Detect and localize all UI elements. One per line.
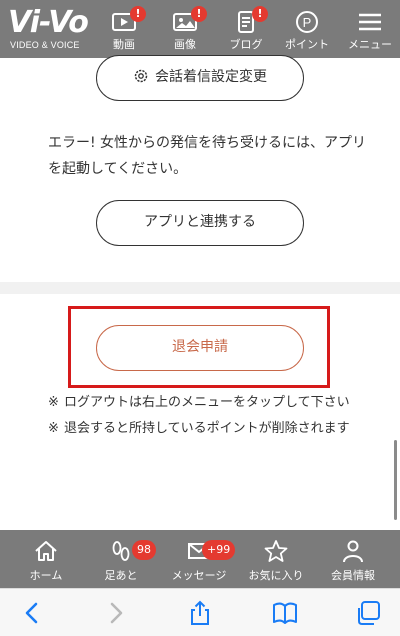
- section-divider: [0, 282, 400, 294]
- nav-video[interactable]: ! 動画: [96, 0, 152, 58]
- note-mark: ※: [48, 421, 59, 436]
- scrollbar-thumb[interactable]: [394, 440, 397, 520]
- note-points-text: 退会すると所持しているポイントが削除されます: [64, 421, 350, 436]
- tab-message[interactable]: +99 メッセージ: [166, 530, 236, 588]
- forward-icon[interactable]: [102, 599, 130, 627]
- blog-badge: !: [252, 6, 268, 22]
- gear-icon: [134, 69, 148, 83]
- call-settings-button[interactable]: 会話着信設定変更: [96, 55, 304, 101]
- link-app-button[interactable]: アプリと連携する: [96, 200, 304, 246]
- footprint-count-badge: 98: [132, 540, 156, 560]
- menu-icon: [359, 13, 381, 31]
- logo-sub-text: VIDEO & VOICE: [10, 40, 80, 50]
- tab-home-label: ホーム: [29, 569, 63, 582]
- back-icon[interactable]: [18, 599, 46, 627]
- bottom-tab-bar: ホーム 98 足あと +99 メッセージ お気に入り 会員情報: [0, 530, 400, 588]
- withdraw-button[interactable]: 退会申請: [96, 325, 304, 371]
- tab-message-label: メッセージ: [171, 569, 227, 582]
- point-icon: P: [296, 11, 318, 33]
- logo-main-text: Vi-Vo: [8, 5, 89, 40]
- app-launch-error-message: エラー! 女性からの発信を待ち受けるには、アプリを起動してください。: [48, 135, 367, 177]
- nav-blog[interactable]: ! ブログ: [218, 0, 274, 58]
- star-icon: [264, 540, 288, 562]
- note-logout: ※ ログアウトは右上のメニューをタップして下さい: [48, 392, 360, 414]
- note-logout-text: ログアウトは右上のメニューをタップして下さい: [64, 395, 350, 410]
- nav-menu-label: メニュー: [348, 38, 392, 51]
- browser-toolbar: [0, 588, 400, 636]
- note-mark: ※: [48, 395, 59, 410]
- vivo-logo[interactable]: Vi-Vo VIDEO & VOICE: [8, 5, 90, 51]
- image-badge: !: [191, 6, 207, 22]
- call-settings-label: 会話着信設定変更: [155, 69, 267, 85]
- home-icon: [35, 541, 57, 561]
- tab-favorites[interactable]: お気に入り: [243, 530, 309, 588]
- nav-menu[interactable]: メニュー: [342, 0, 398, 58]
- tab-member-info[interactable]: 会員情報: [320, 530, 386, 588]
- tabs-icon[interactable]: [354, 599, 382, 627]
- nav-video-label: 動画: [113, 38, 135, 51]
- app-header: Vi-Vo VIDEO & VOICE ! 動画 ! 画像 ! ブログ P ポイ…: [0, 0, 400, 58]
- note-points-deleted: ※ 退会すると所持しているポイントが削除されます: [48, 418, 360, 440]
- nav-image[interactable]: ! 画像: [157, 0, 213, 58]
- tab-footprint-label: 足あと: [104, 569, 138, 582]
- message-count-badge: +99: [202, 540, 236, 560]
- nav-blog-label: ブログ: [229, 38, 263, 51]
- person-icon: [343, 540, 363, 563]
- notes-list: ※ ログアウトは右上のメニューをタップして下さい ※ 退会すると所持しているポイ…: [48, 392, 360, 444]
- svg-text:P: P: [303, 15, 312, 30]
- tab-footprint[interactable]: 98 足あと: [88, 530, 156, 588]
- tab-member-label: 会員情報: [331, 569, 375, 582]
- tab-favorites-label: お気に入り: [248, 569, 304, 582]
- share-icon[interactable]: [186, 599, 214, 627]
- nav-point-label: ポイント: [285, 38, 329, 51]
- footprint-icon: [112, 541, 130, 561]
- tab-home[interactable]: ホーム: [13, 530, 79, 588]
- bookmarks-icon[interactable]: [271, 599, 299, 627]
- nav-point[interactable]: P ポイント: [279, 0, 335, 58]
- video-badge: !: [130, 6, 146, 22]
- nav-image-label: 画像: [174, 38, 196, 51]
